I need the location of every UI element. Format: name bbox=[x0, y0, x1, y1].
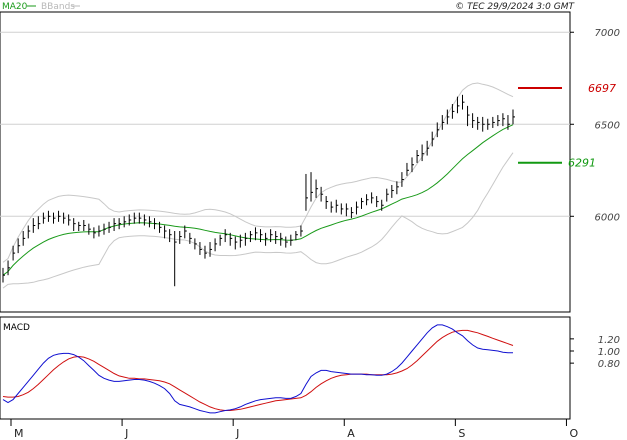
price-y-tick-label: 6500 bbox=[595, 120, 620, 131]
price-y-tick-label: 7000 bbox=[595, 28, 620, 39]
price-y-tick-label: 6000 bbox=[595, 212, 620, 223]
macd-y-tick-label: 1.00 bbox=[598, 347, 620, 358]
x-axis-tick-label: S bbox=[458, 427, 465, 440]
macd-title: MACD bbox=[3, 323, 30, 333]
x-axis-tick-label: O bbox=[569, 427, 578, 440]
price-y-axis: 6000 6500 7000 bbox=[570, 28, 620, 223]
price-panel: 6000 6500 7000 6697 6291 bbox=[0, 11, 620, 313]
macd-y-tick-label: 1.20 bbox=[598, 335, 620, 346]
legend-bbands-label: BBands bbox=[41, 2, 75, 12]
legend-ma20-label: MA20 bbox=[2, 2, 28, 12]
macd-y-tick-label: 0.80 bbox=[598, 359, 620, 370]
x-axis-tick-label: A bbox=[347, 427, 355, 440]
level-label: 6291 bbox=[568, 157, 596, 170]
macd-panel-frame bbox=[0, 316, 571, 420]
macd-panel: MACD 0.801.001.20 bbox=[0, 316, 620, 420]
x-axis: MJJASO bbox=[0, 418, 578, 440]
stock-chart: MA20 BBands © TEC 29/9/2024 3:0 GMT 6000… bbox=[0, 2, 620, 440]
level-label: 6697 bbox=[588, 82, 616, 95]
x-axis-tick-label: M bbox=[14, 427, 24, 440]
x-axis-tick-label: J bbox=[235, 427, 239, 440]
x-axis-tick-label: J bbox=[124, 427, 128, 440]
macd-y-axis: 0.801.001.20 bbox=[570, 335, 620, 370]
copyright-text: © TEC 29/9/2024 3:0 GMT bbox=[455, 2, 575, 12]
